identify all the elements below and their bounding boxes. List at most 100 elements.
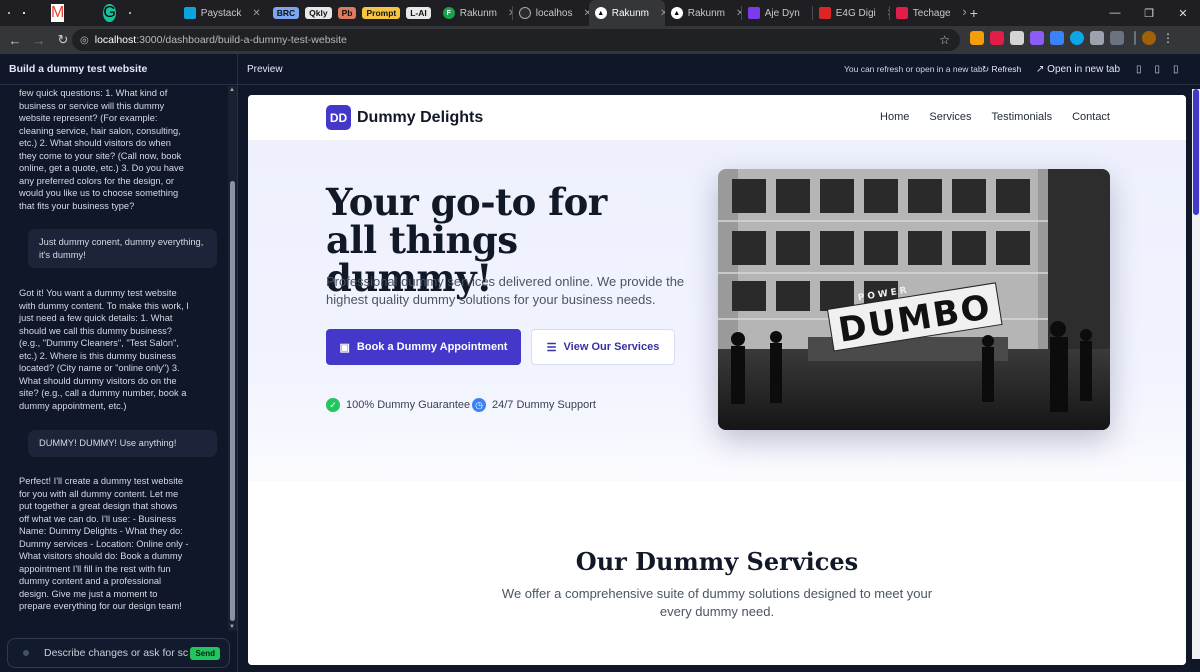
close-icon[interactable]: ✕: [508, 8, 512, 19]
minimize-icon[interactable]: —: [1098, 7, 1132, 19]
nav-link-contact[interactable]: Contact: [1072, 111, 1110, 123]
mic-icon[interactable]: [1090, 31, 1104, 45]
tab-label: Paystack: [200, 7, 242, 19]
new-tab-plus-icon[interactable]: +: [970, 5, 978, 21]
feature-label: 24/7 Dummy Support: [492, 399, 596, 411]
gmail-icon[interactable]: M: [51, 4, 65, 22]
close-icon[interactable]: ✕: [583, 8, 588, 19]
browser-tab-strip: M G Paystack ✕ BRC Qkly Pb Prompt L-AI F…: [0, 0, 1200, 26]
tab-localhost[interactable]: localhos ✕: [513, 0, 589, 26]
refresh-button[interactable]: ↻ Refresh: [982, 64, 1021, 75]
desktop-icon[interactable]: ▯: [1136, 64, 1142, 75]
preview-scroll-thumb[interactable]: [1193, 89, 1199, 215]
pinned-tabs: M G: [0, 4, 170, 22]
website-preview: DD Dummy Delights Home Services Testimon…: [248, 95, 1186, 665]
menu-kebab-icon[interactable]: ⋮: [1162, 31, 1174, 45]
url-host: localhost: [94, 34, 137, 46]
bookmark-l-ai[interactable]: L-AI: [406, 7, 431, 19]
view-services-button[interactable]: ☰ View Our Services: [531, 329, 675, 365]
avatar[interactable]: [1142, 31, 1156, 45]
close-icon[interactable]: ✕: [252, 8, 260, 19]
calendar-icon: ▣: [339, 341, 350, 354]
extensions-bar: ⋮: [970, 31, 1174, 45]
nav-link-testimonials[interactable]: Testimonials: [992, 111, 1053, 123]
user-message: DUMMY! DUMMY! Use anything!: [28, 430, 217, 457]
tab-rakunm-1[interactable]: F Rakunm ✕: [437, 0, 512, 26]
scroll-up-icon[interactable]: ▲: [229, 87, 235, 93]
preview-panel: Preview You can refresh or open in a new…: [238, 54, 1200, 672]
book-appointment-button[interactable]: ▣ Book a Dummy Appointment: [326, 329, 521, 365]
url-path: :3000/dashboard/build-a-dummy-test-websi…: [136, 34, 347, 46]
user-message: Just dummy conent, dummy everything, it'…: [28, 229, 217, 268]
bookmark-pb[interactable]: Pb: [337, 7, 357, 19]
forward-arrow-icon[interactable]: →: [27, 33, 51, 48]
restore-icon[interactable]: ❐: [1132, 7, 1166, 20]
url-bar[interactable]: ◎ localhost:3000/dashboard/build-a-dummy…: [72, 29, 960, 51]
scroll-thumb[interactable]: [230, 181, 235, 621]
nav-link-services[interactable]: Services: [929, 111, 971, 123]
bookmark-prompt[interactable]: Prompt: [362, 7, 401, 19]
tab-paystack[interactable]: Paystack ✕: [178, 0, 267, 26]
chat-scrollbar[interactable]: ▲ ▼: [228, 86, 237, 631]
extension-doc-icon[interactable]: [1010, 31, 1024, 45]
extension-blue-icon[interactable]: [1050, 31, 1064, 45]
open-new-tab-button[interactable]: ↗ Open in new tab: [1036, 64, 1120, 75]
paystack-icon: [183, 7, 196, 19]
services-section: Our Dummy Services We offer a comprehens…: [248, 481, 1186, 665]
grammarly-icon[interactable]: G: [103, 4, 116, 22]
chat-messages[interactable]: few quick questions: 1. What kind of bus…: [0, 86, 228, 631]
back-arrow-icon[interactable]: ←: [3, 33, 27, 48]
close-window-icon[interactable]: ✕: [1166, 7, 1200, 20]
tab-techage[interactable]: Techage ✕: [890, 0, 966, 26]
assistant-message: Got it! You want a dummy test website wi…: [19, 288, 189, 411]
toolbar-divider: [1134, 31, 1136, 45]
extension-circle-icon[interactable]: [1070, 31, 1084, 45]
tab-aje-dyn[interactable]: Aje Dyn ✕: [742, 0, 812, 26]
bookmark-brc[interactable]: BRC: [272, 7, 300, 19]
external-link-icon: ↗: [1036, 63, 1048, 75]
tab-rakunm-3[interactable]: ▲ Rakunm ✕: [665, 0, 741, 26]
site-logo[interactable]: DD Dummy Delights: [326, 105, 483, 130]
open-new-tab-label: Open in new tab: [1047, 63, 1120, 75]
close-icon[interactable]: ✕: [811, 8, 812, 19]
dumbo-building-photo: DUMBO POWER: [718, 169, 1110, 430]
tablet-icon[interactable]: ▯: [1155, 64, 1161, 75]
puzzle-icon[interactable]: [1110, 31, 1124, 45]
close-icon[interactable]: ✕: [962, 8, 966, 19]
brand-name: Dummy Delights: [357, 108, 484, 126]
check-circle-icon: ✓: [326, 398, 340, 412]
tab-label: Rakunm: [687, 7, 726, 19]
bookmark-qkly[interactable]: Qkly: [305, 7, 332, 19]
tab-label: Rakunm: [459, 7, 498, 19]
preview-hint: You can refresh or open in a new tab.: [844, 64, 985, 74]
preview-title: Preview: [247, 63, 283, 75]
tab-rakunm-active[interactable]: ▲ Rakunm ✕: [588, 0, 665, 26]
app-icon[interactable]: [23, 12, 25, 14]
services-subtitle: We offer a comprehensive suite of dummy …: [501, 586, 933, 619]
extension-pencil-icon[interactable]: [970, 31, 984, 45]
preview-header: Preview You can refresh or open in a new…: [238, 54, 1200, 85]
tab-search-icon[interactable]: [8, 12, 10, 14]
mobile-icon[interactable]: ▯: [1173, 64, 1179, 75]
window-controls: — ❐ ✕: [1098, 0, 1200, 26]
extension-red-icon[interactable]: [990, 31, 1004, 45]
feature-support: ◷ 24/7 Dummy Support: [472, 398, 596, 412]
site-info-icon[interactable]: ◎: [80, 35, 89, 46]
refresh-label: Refresh: [991, 63, 1022, 74]
close-icon[interactable]: ✕: [736, 8, 741, 19]
bookmark-star-icon[interactable]: ☆: [939, 33, 950, 47]
git-icon[interactable]: [128, 12, 131, 14]
chat-input[interactable]: [44, 647, 189, 659]
send-button[interactable]: Send: [190, 647, 220, 660]
e4g-icon: [818, 7, 831, 19]
tab-label: Techage: [912, 7, 951, 19]
extension-purple-icon[interactable]: [1030, 31, 1044, 45]
close-icon[interactable]: ✕: [887, 8, 889, 19]
tab-e4g-digi[interactable]: E4G Digi ✕: [813, 0, 889, 26]
hero-subtitle: Professional dummy services delivered on…: [326, 274, 685, 307]
feature-guarantee: ✓ 100% Dummy Guarantee: [326, 398, 470, 412]
scroll-down-icon[interactable]: ▼: [229, 624, 235, 630]
preview-scrollbar[interactable]: [1192, 89, 1200, 659]
nav-link-home[interactable]: Home: [880, 111, 909, 123]
device-toggle: ▯ ▯ ▯: [1136, 64, 1179, 75]
